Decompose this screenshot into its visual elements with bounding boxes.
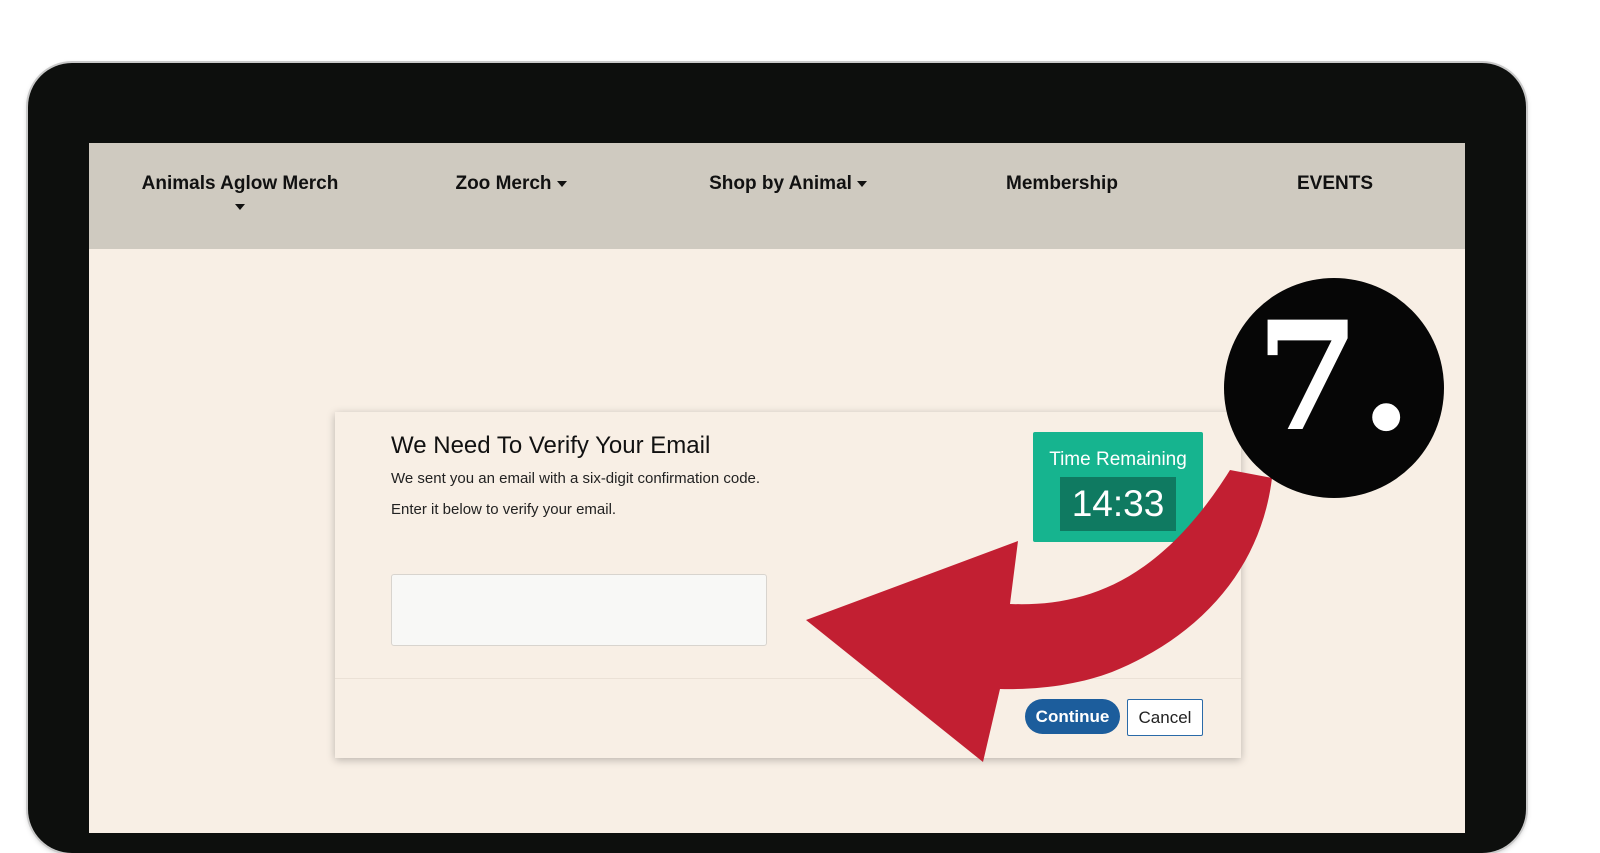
nav-item-animals-aglow-merch[interactable]: Animals Aglow Merch [135, 173, 345, 210]
browser-viewport: Animals Aglow Merch Zoo Merch Shop by An… [89, 143, 1465, 833]
time-remaining-panel: Time Remaining 14:33 [1033, 432, 1203, 542]
nav-item-events[interactable]: EVENTS [1289, 173, 1381, 195]
step-number: 7. [1255, 289, 1413, 465]
main-navigation: Animals Aglow Merch Zoo Merch Shop by An… [89, 143, 1465, 249]
step-number-badge: 7. [1224, 278, 1444, 498]
nav-item-label: Animals Aglow Merch [141, 173, 339, 194]
chevron-down-icon [556, 180, 567, 187]
cancel-button[interactable]: Cancel [1127, 699, 1203, 736]
verify-email-dialog: We Need To Verify Your Email We sent you… [335, 412, 1241, 758]
nav-item-shop-by-animal[interactable]: Shop by Animal [703, 173, 873, 195]
nav-item-label: Shop by Animal [709, 173, 852, 194]
nav-item-label: Zoo Merch [455, 173, 552, 194]
confirmation-code-input[interactable] [391, 574, 767, 646]
time-remaining-label: Time Remaining [1049, 449, 1187, 470]
dialog-description: We sent you an email with a six-digit co… [391, 470, 761, 487]
dialog-divider [335, 678, 1241, 679]
chevron-down-icon [235, 204, 245, 210]
dialog-instruction: Enter it below to verify your email. [391, 501, 617, 518]
nav-item-label: EVENTS [1296, 173, 1374, 194]
continue-button[interactable]: Continue [1025, 699, 1120, 734]
nav-item-zoo-merch[interactable]: Zoo Merch [451, 173, 571, 195]
nav-item-label: Membership [1006, 173, 1118, 194]
nav-item-membership[interactable]: Membership [1000, 173, 1124, 195]
dialog-title: We Need To Verify Your Email [391, 432, 711, 459]
countdown-value: 14:33 [1059, 477, 1177, 531]
chevron-down-icon [856, 180, 867, 187]
